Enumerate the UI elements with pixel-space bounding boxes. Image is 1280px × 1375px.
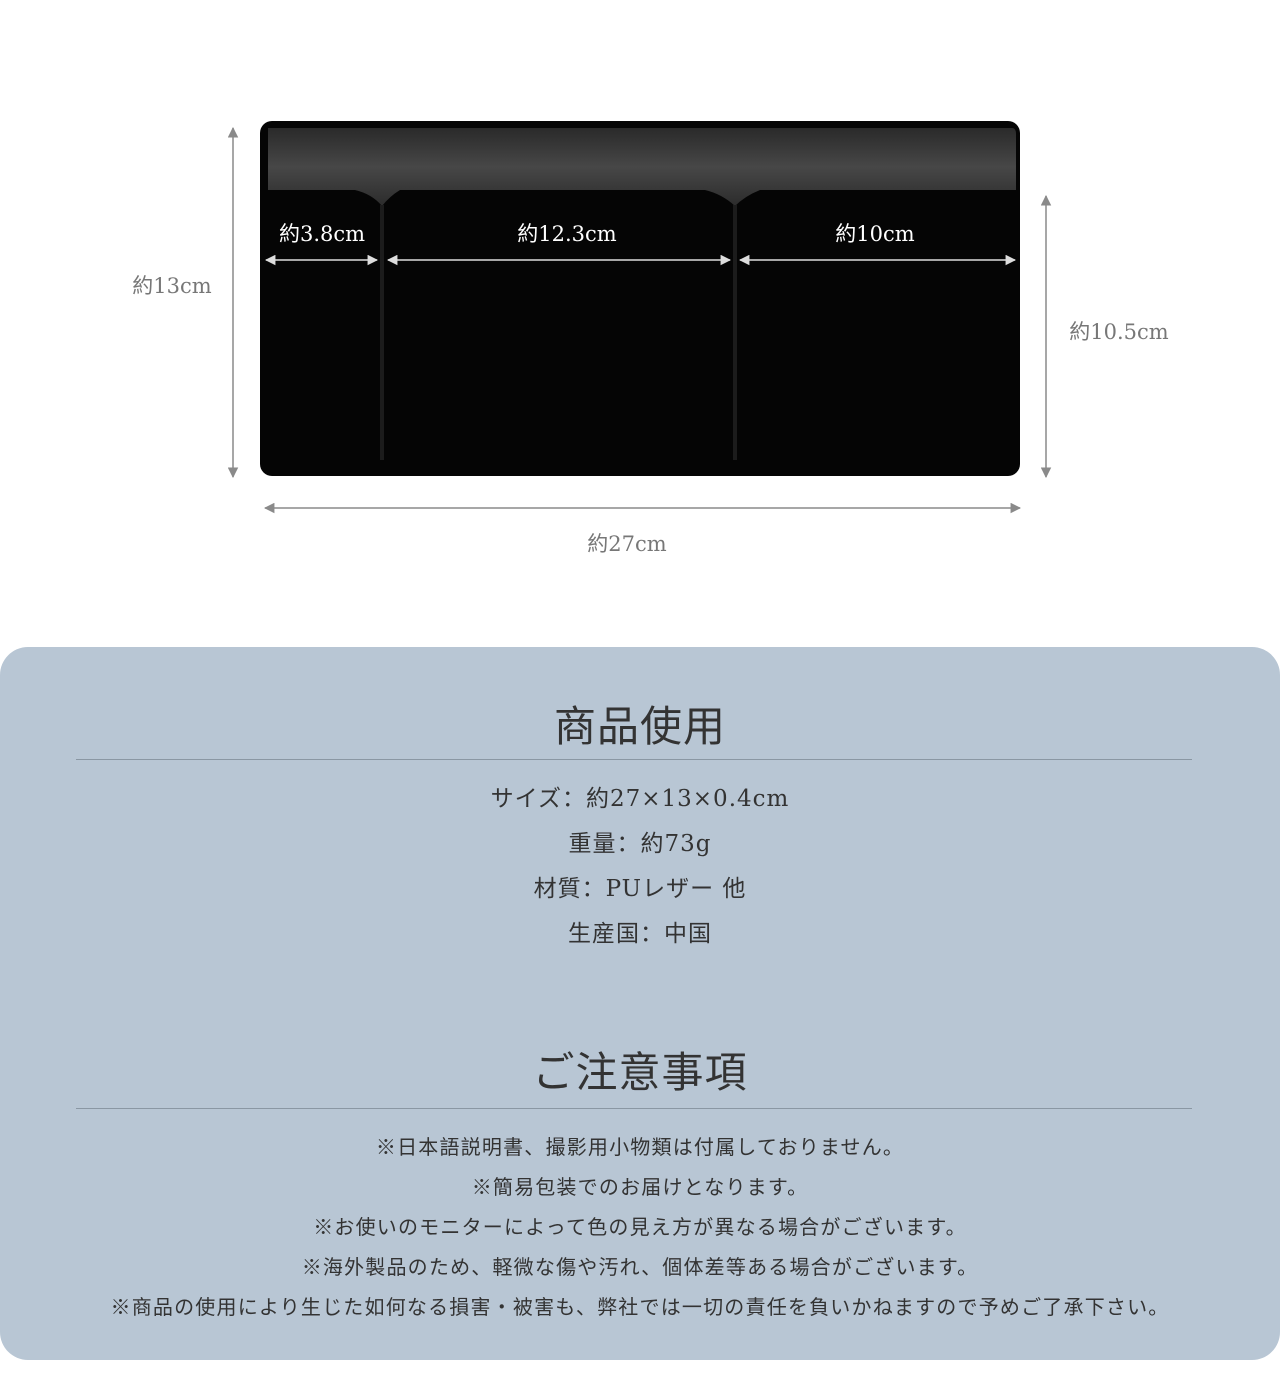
specs-divider <box>76 759 1192 760</box>
notice-list: ※日本語説明書、撮影用小物類は付属しておりません。 ※簡易包装でのお届けとなりま… <box>0 1127 1280 1327</box>
notices-title: ご注意事項 <box>532 1048 748 1097</box>
pocket-label: 約12.3cm <box>517 222 617 246</box>
organizer-illustration <box>227 121 1052 514</box>
specs-title: 商品使用 <box>553 702 726 751</box>
notices-divider <box>76 1108 1192 1109</box>
notice-item: ※海外製品のため、軽微な傷や汚れ、個体差等ある場合がございます。 <box>301 1255 979 1279</box>
spec-item: 生産国：中国 <box>568 921 712 947</box>
width-label: 約27cm <box>587 532 667 556</box>
notice-item: ※日本語説明書、撮影用小物類は付属しておりません。 <box>375 1135 905 1159</box>
info-panel: 商品使用 サイズ：約27×13×0.4cm 重量：約73g 材質：PUレザー 他… <box>0 647 1280 1360</box>
spec-item: 重量：約73g <box>568 831 712 857</box>
height-label: 約13cm <box>132 274 212 298</box>
spec-item: サイズ：約27×13×0.4cm <box>490 786 790 812</box>
notice-item: ※簡易包装でのお届けとなります。 <box>471 1175 809 1199</box>
dimension-diagram: 約13cm 約10.5cm 約27cm 約3.8cm 約12.3cm 約10cm <box>0 0 1280 600</box>
pocket-label: 約10cm <box>835 222 915 246</box>
spec-item: 材質：PUレザー 他 <box>533 876 747 902</box>
pocket-height-label: 約10.5cm <box>1069 320 1169 344</box>
notice-item: ※お使いのモニターによって色の見え方が異なる場合がございます。 <box>313 1215 967 1239</box>
spec-list: サイズ：約27×13×0.4cm 重量：約73g 材質：PUレザー 他 生産国：… <box>0 777 1280 957</box>
pocket-label: 約3.8cm <box>278 222 366 246</box>
notice-item: ※商品の使用により生じた如何なる損害・被害も、弊社では一切の責任を負いかねますの… <box>110 1295 1170 1319</box>
